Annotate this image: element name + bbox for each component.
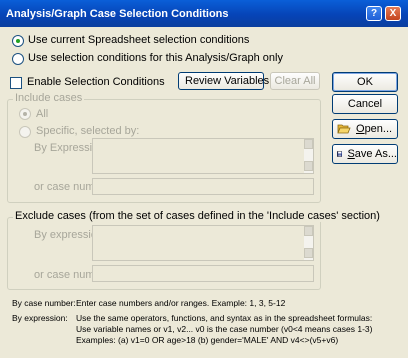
exclude-case-number-field[interactable] [92,265,314,282]
radio-this-analysis-conditions[interactable] [12,53,24,65]
help-icon: ? [370,7,378,19]
cancel-label: Cancel [347,98,383,110]
open-button[interactable]: Open... [332,119,398,139]
exclude-expression-scrollbar[interactable] [304,226,313,260]
window-title: Analysis/Graph Case Selection Conditions [6,8,229,20]
save-as-button[interactable]: Save As... [332,144,398,164]
ok-label: OK [357,76,373,88]
help-case-number-text: Enter case numbers and/or ranges. Exampl… [76,298,286,308]
clear-all-label: Clear All [274,75,316,87]
review-variables-label: Review Variables: [185,75,273,87]
include-case-number-field[interactable] [92,178,314,195]
radio-include-specific-label: Specific, selected by: [36,125,140,137]
enable-selection-checkbox[interactable] [10,77,22,89]
radio-this-analysis-label[interactable]: Use selection conditions for this Analys… [28,52,283,64]
save-as-label: Save As... [347,148,397,160]
cancel-button[interactable]: Cancel [332,94,398,114]
open-label: Open... [356,123,393,135]
radio-spreadsheet-label[interactable]: Use current Spreadsheet selection condit… [28,34,249,46]
help-button[interactable]: ? [366,6,382,21]
close-icon: X [389,7,397,19]
exclude-expression-field[interactable] [92,225,314,261]
exclude-cases-title: Exclude cases (from the set of cases def… [13,210,382,222]
radio-include-specific[interactable] [19,126,31,138]
clear-all-button[interactable]: Clear All [270,72,320,90]
help-expression-line2: Use variable names or v1, v2... v0 is th… [76,324,373,334]
help-expression-line1: Use the same operators, functions, and s… [76,313,373,323]
floppy-disk-icon [337,151,343,157]
include-expression-field[interactable] [92,138,314,174]
include-cases-title: Include cases [13,92,85,104]
ok-button[interactable]: OK [332,72,398,92]
include-expression-scrollbar[interactable] [304,139,313,173]
radio-include-all[interactable] [19,108,31,120]
help-case-number-label: By case number: [12,298,76,308]
help-expression-line3: Examples: (a) v1=0 OR age>18 (b) gender=… [76,335,339,345]
review-variables-button[interactable]: Review Variables: [178,72,272,90]
help-expression-label: By expression: [12,313,68,323]
radio-spreadsheet-conditions[interactable] [12,35,24,47]
radio-include-all-label: All [36,108,49,120]
folder-open-icon [337,124,351,134]
close-button[interactable]: X [385,6,401,21]
enable-selection-label[interactable]: Enable Selection Conditions [27,76,165,88]
title-bar[interactable]: Analysis/Graph Case Selection Conditions [0,0,408,27]
